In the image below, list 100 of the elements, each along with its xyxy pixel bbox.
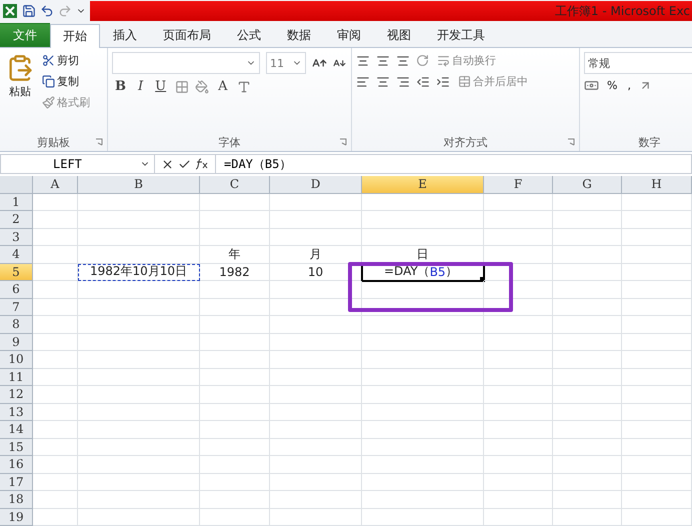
fill-color-icon xyxy=(195,80,210,94)
table-cell: 月 xyxy=(270,246,362,264)
row-header[interactable]: 4 xyxy=(0,246,33,264)
wrap-text-button[interactable]: 自动换行 xyxy=(435,52,498,69)
top-align-icon xyxy=(356,54,370,68)
empty-cell xyxy=(622,368,692,386)
empty-cell xyxy=(200,508,270,526)
table-cell: 年 xyxy=(200,246,270,264)
column-header[interactable]: G xyxy=(553,176,622,194)
row-header[interactable]: 13 xyxy=(0,404,33,421)
empty-cell xyxy=(200,334,270,351)
row-header[interactable]: 5 xyxy=(0,264,33,281)
underline-button[interactable]: U xyxy=(152,78,170,95)
font-color-button[interactable]: A xyxy=(215,78,230,95)
empty-cell xyxy=(200,386,270,404)
empty-cell xyxy=(622,194,692,211)
empty-cell xyxy=(200,456,270,474)
group-label: 字体 xyxy=(218,134,240,150)
empty-cell xyxy=(200,491,270,508)
row-header[interactable]: 12 xyxy=(0,386,33,404)
dialog-launcher-icon[interactable] xyxy=(339,138,347,146)
dialog-launcher-icon[interactable] xyxy=(95,138,103,146)
ribbon-tab[interactable]: 开始 xyxy=(50,24,100,48)
row-header[interactable]: 8 xyxy=(0,316,33,334)
row-header[interactable]: 7 xyxy=(0,298,33,316)
middle-align-icon xyxy=(376,54,390,68)
empty-cell xyxy=(553,438,622,456)
empty-cell xyxy=(200,474,270,491)
row-header[interactable]: 6 xyxy=(0,281,33,298)
row-header[interactable]: 16 xyxy=(0,456,33,474)
column-header[interactable]: E xyxy=(362,176,484,194)
empty-cell xyxy=(553,211,622,228)
bottom-align-icon xyxy=(396,54,410,68)
group-label: 剪贴板 xyxy=(37,134,70,150)
empty-cell xyxy=(622,386,692,404)
empty-cell xyxy=(200,211,270,228)
wrap-text-icon xyxy=(437,54,450,67)
empty-cell xyxy=(622,246,692,264)
file-tab[interactable]: 文件 xyxy=(0,23,50,47)
column-header[interactable]: F xyxy=(484,176,553,194)
column-header[interactable]: H xyxy=(622,176,692,194)
paste-button[interactable]: 粘贴 xyxy=(4,52,36,129)
ribbon-tab[interactable]: 开发工具 xyxy=(424,23,498,47)
dialog-launcher-icon[interactable] xyxy=(567,138,575,146)
empty-cell xyxy=(622,508,692,526)
decrease-indent-icon xyxy=(416,74,430,88)
row-header[interactable]: 14 xyxy=(0,421,33,438)
bold-button[interactable]: B xyxy=(112,78,129,95)
save-icon xyxy=(22,4,36,18)
column-header[interactable]: A xyxy=(33,176,78,194)
ribbon-tab[interactable]: 审阅 xyxy=(324,23,374,47)
copy-button[interactable]: 复制 xyxy=(40,73,92,90)
row-header[interactable]: 2 xyxy=(0,211,33,228)
comma-button[interactable]: , xyxy=(625,78,633,93)
empty-cell xyxy=(484,508,553,526)
empty-cell xyxy=(553,228,622,246)
ribbon-tab[interactable]: 视图 xyxy=(374,23,424,47)
row-header[interactable]: 19 xyxy=(0,508,33,526)
empty-cell xyxy=(622,474,692,491)
empty-cell xyxy=(553,404,622,421)
empty-cell xyxy=(622,438,692,456)
cut-button[interactable]: 剪切 xyxy=(40,52,92,69)
spreadsheet-app-icon[interactable] xyxy=(2,3,18,19)
row-header[interactable]: 3 xyxy=(0,228,33,246)
font-name-field[interactable] xyxy=(112,52,260,74)
empty-cell xyxy=(200,438,270,456)
empty-cell xyxy=(553,298,622,316)
orientation-icon xyxy=(416,54,429,67)
ribbon-tab[interactable]: 数据 xyxy=(274,23,324,47)
empty-cell xyxy=(484,491,553,508)
ribbon-tab[interactable]: 插入 xyxy=(100,23,150,47)
empty-cell xyxy=(622,351,692,368)
row-header[interactable]: 18 xyxy=(0,491,33,508)
empty-cell xyxy=(553,264,622,281)
group-label: 对齐方式 xyxy=(444,134,488,150)
row-header[interactable]: 9 xyxy=(0,334,33,351)
empty-cell xyxy=(200,368,270,386)
ribbon-tab[interactable]: 页面布局 xyxy=(150,23,224,47)
row-header[interactable]: 15 xyxy=(0,438,33,456)
empty-cell xyxy=(553,194,622,211)
merge-center-button[interactable]: 合并后居中 xyxy=(456,73,530,90)
row-header[interactable]: 11 xyxy=(0,368,33,386)
ribbon-tab[interactable]: 公式 xyxy=(224,23,274,47)
column-header[interactable]: C xyxy=(200,176,270,194)
align-right-icon xyxy=(396,74,410,88)
italic-button[interactable]: I xyxy=(135,78,146,95)
empty-cell xyxy=(484,211,553,228)
group-label: 数字 xyxy=(638,134,660,150)
empty-cell xyxy=(484,386,553,404)
font-size-field[interactable]: 11 xyxy=(266,52,306,74)
empty-cell xyxy=(484,334,553,351)
column-header[interactable]: B xyxy=(78,176,200,194)
row-header[interactable]: 17 xyxy=(0,474,33,491)
empty-cell xyxy=(553,368,622,386)
column-header[interactable]: D xyxy=(270,176,362,194)
number-format-field[interactable]: 常规 xyxy=(584,52,692,74)
row-header[interactable]: 1 xyxy=(0,194,33,211)
percent-button[interactable]: % xyxy=(605,78,620,93)
empty-cell xyxy=(553,491,622,508)
row-header[interactable]: 10 xyxy=(0,351,33,368)
